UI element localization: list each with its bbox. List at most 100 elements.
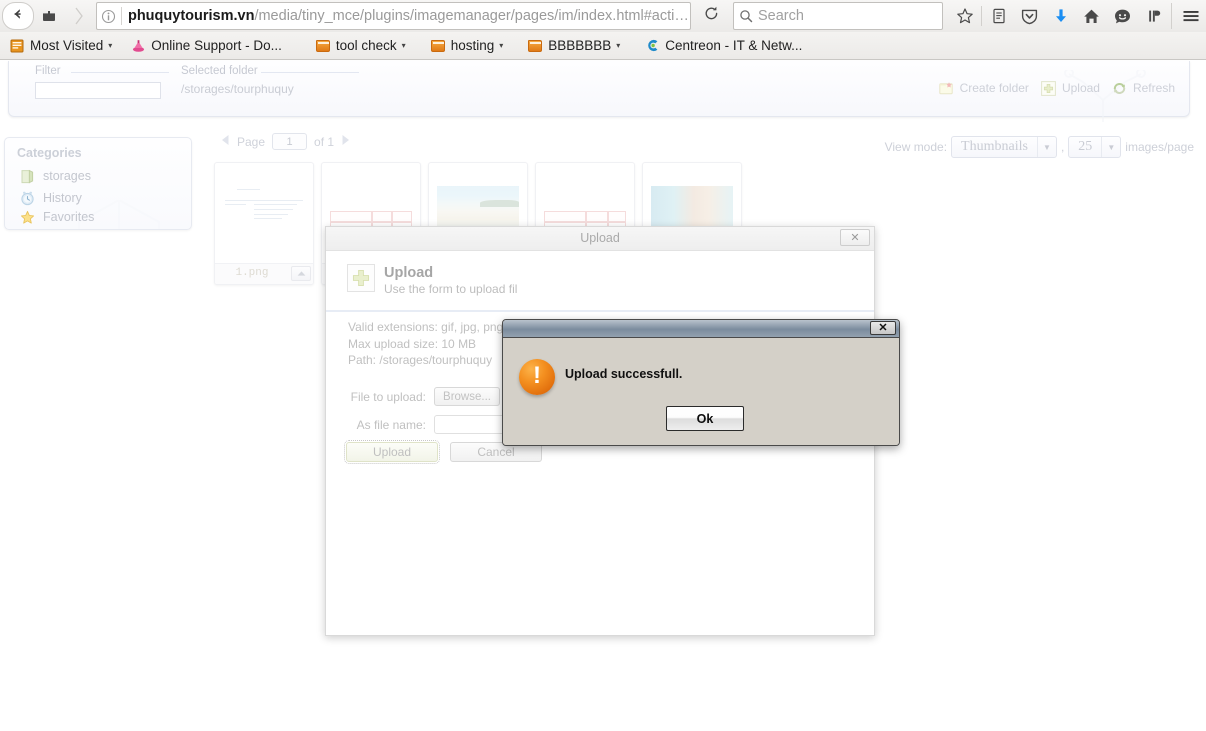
chevron-down-icon: ▾ [499, 40, 504, 50]
filter-label: Filter [35, 65, 61, 77]
upload-modal-subheading: Use the form to upload fil [384, 282, 518, 296]
custom-ip-icon[interactable] [1138, 1, 1169, 31]
bookmark-most-visited[interactable]: Most Visited ▾ [4, 35, 117, 57]
as-file-name-label: As file name: [356, 417, 426, 432]
folder-icon [315, 38, 331, 54]
bookmark-label: tool check [335, 38, 397, 53]
reader-view-icon[interactable] [983, 1, 1014, 31]
upload-submit-button[interactable]: Upload [344, 440, 440, 464]
valid-extensions-text: Valid extensions: gif, jpg, png, sw [348, 320, 525, 334]
refresh-button[interactable]: Refresh [1112, 80, 1175, 96]
upload-modal-titlebar: Upload ✕ [326, 227, 874, 251]
toolbar-chevron-separator [64, 1, 94, 31]
thumbnail-image [215, 163, 313, 255]
sidebar-item-label: storages [43, 169, 91, 183]
reload-button[interactable] [697, 2, 725, 30]
search-input[interactable]: Search [733, 2, 943, 30]
gallery-header: Page 1 of 1 View mode: Thumbnails ▼ , 25… [214, 133, 1194, 158]
next-page-icon[interactable] [340, 134, 351, 149]
url-bar[interactable]: phuquytourism.vn/media/tiny_mce/plugins/… [95, 2, 691, 30]
back-arrow-icon [10, 6, 26, 27]
pagination-controls: Page 1 of 1 [214, 133, 357, 150]
chevron-down-icon: ▾ [108, 40, 113, 50]
upload-button[interactable]: Upload [1041, 80, 1100, 96]
sidebar: Categories storages History Favorites [4, 137, 192, 230]
sidebar-item-history[interactable]: History [17, 190, 82, 206]
sidebar-item-label: Favorites [43, 210, 95, 224]
page-info-icon[interactable] [97, 4, 121, 28]
url-path: /media/tiny_mce/plugins/imagemanager/pag… [254, 8, 690, 24]
chevron-down-icon: ▾ [616, 40, 621, 50]
top-toolbar-panel: Filter Selected folder /storages/tourphu… [8, 61, 1190, 122]
selected-folder-rule [261, 72, 359, 73]
reload-icon [703, 5, 720, 27]
view-mode-value: Thumbnails [961, 139, 1028, 154]
upload-label: Upload [1061, 81, 1100, 95]
upload-modal-header: Upload Use the form to upload fil [326, 251, 874, 312]
view-mode-controls: View mode: Thumbnails ▼ , 25 ▼ images/pa… [885, 136, 1194, 158]
bookmarks-toolbar: Most Visited ▾ Online Support - Do... to… [0, 32, 1206, 60]
upload-meta-info: Valid extensions: gif, jpg, png, sw Max … [348, 319, 525, 369]
hamburger-menu-icon[interactable] [1175, 1, 1206, 31]
alert-ok-button[interactable]: Ok [666, 406, 744, 431]
chevron-down-icon: ▼ [1101, 137, 1120, 157]
bookmark-hosting[interactable]: hosting ▾ [425, 35, 509, 57]
bookmark-label: Online Support - Do... [151, 38, 282, 53]
chrome-icon-group [949, 1, 1206, 31]
history-button[interactable] [34, 1, 64, 31]
upload-modal-rule [326, 310, 874, 312]
selected-folder-label: Selected folder [181, 65, 258, 77]
pocket-shield-icon[interactable] [1014, 1, 1045, 31]
browse-button[interactable]: Browse... [434, 387, 500, 406]
sidebar-categories-title: Categories [17, 146, 82, 160]
bookmark-tool-check[interactable]: tool check ▾ [310, 35, 411, 57]
bookmark-centreon[interactable]: Centreon - IT & Netw... [639, 35, 812, 57]
create-folder-label: Create folder [959, 81, 1029, 95]
folder-icon [527, 38, 543, 54]
view-mode-label: View mode: [884, 140, 948, 154]
thumbnail-doc-preview [215, 163, 313, 255]
per-page-select[interactable]: 25 ▼ [1068, 136, 1122, 158]
page-number-input[interactable]: 1 [272, 133, 308, 150]
close-icon[interactable]: ✕ [840, 229, 870, 246]
upload-modal-heading: Upload [384, 265, 434, 281]
alert-message-text: Upload successfull. [565, 367, 683, 381]
storages-folder-icon [17, 168, 37, 184]
sync-smiley-icon[interactable] [1107, 1, 1138, 31]
alert-dialog-body: ! Upload successfull. Ok [503, 338, 899, 445]
bookmark-label: Centreon - IT & Netw... [665, 38, 803, 53]
menu-divider [1171, 3, 1172, 29]
bookmark-bbbbbbb[interactable]: BBBBBBB ▾ [522, 35, 625, 57]
back-button[interactable] [2, 2, 34, 30]
centreon-icon [644, 38, 660, 54]
url-host: phuquytourism.vn [127, 8, 255, 24]
create-folder-button[interactable]: Create folder [939, 80, 1029, 96]
url-divider [120, 7, 122, 25]
home-icon[interactable] [1076, 1, 1107, 31]
warning-exclamation-icon: ! [519, 359, 555, 395]
sidebar-item-favorites[interactable]: Favorites [17, 209, 94, 225]
upload-plus-icon [347, 264, 375, 292]
chrome-divider [981, 6, 982, 26]
bookmark-online-support[interactable]: Online Support - Do... [125, 35, 292, 57]
close-icon[interactable]: ✕ [870, 321, 896, 335]
alert-dialog-titlebar: ✕ [503, 320, 899, 338]
upload-modal-title: Upload [580, 231, 620, 245]
filter-input[interactable] [35, 82, 161, 99]
thumbnail-footer: 1.png [215, 263, 313, 284]
star-icon [17, 209, 37, 225]
thumbnail-card[interactable]: 1.png [214, 162, 314, 285]
thumb-menu-icon[interactable] [291, 266, 311, 281]
view-mode-select[interactable]: Thumbnails ▼ [951, 136, 1057, 158]
refresh-label: Refresh [1132, 81, 1175, 95]
page-total-label: of 1 [314, 134, 335, 149]
refresh-icon [1112, 80, 1128, 96]
prev-page-icon[interactable] [220, 134, 231, 149]
page-label: Page [237, 134, 266, 149]
bookmark-star-icon[interactable] [949, 1, 980, 31]
sidebar-item-storages[interactable]: storages [17, 168, 91, 184]
downloads-arrow-icon[interactable] [1045, 1, 1076, 31]
browser-chrome: phuquytourism.vn/media/tiny_mce/plugins/… [0, 0, 1206, 60]
upload-path-text: Path: /storages/tourphuquy [348, 353, 493, 367]
folder-icon [430, 38, 446, 54]
